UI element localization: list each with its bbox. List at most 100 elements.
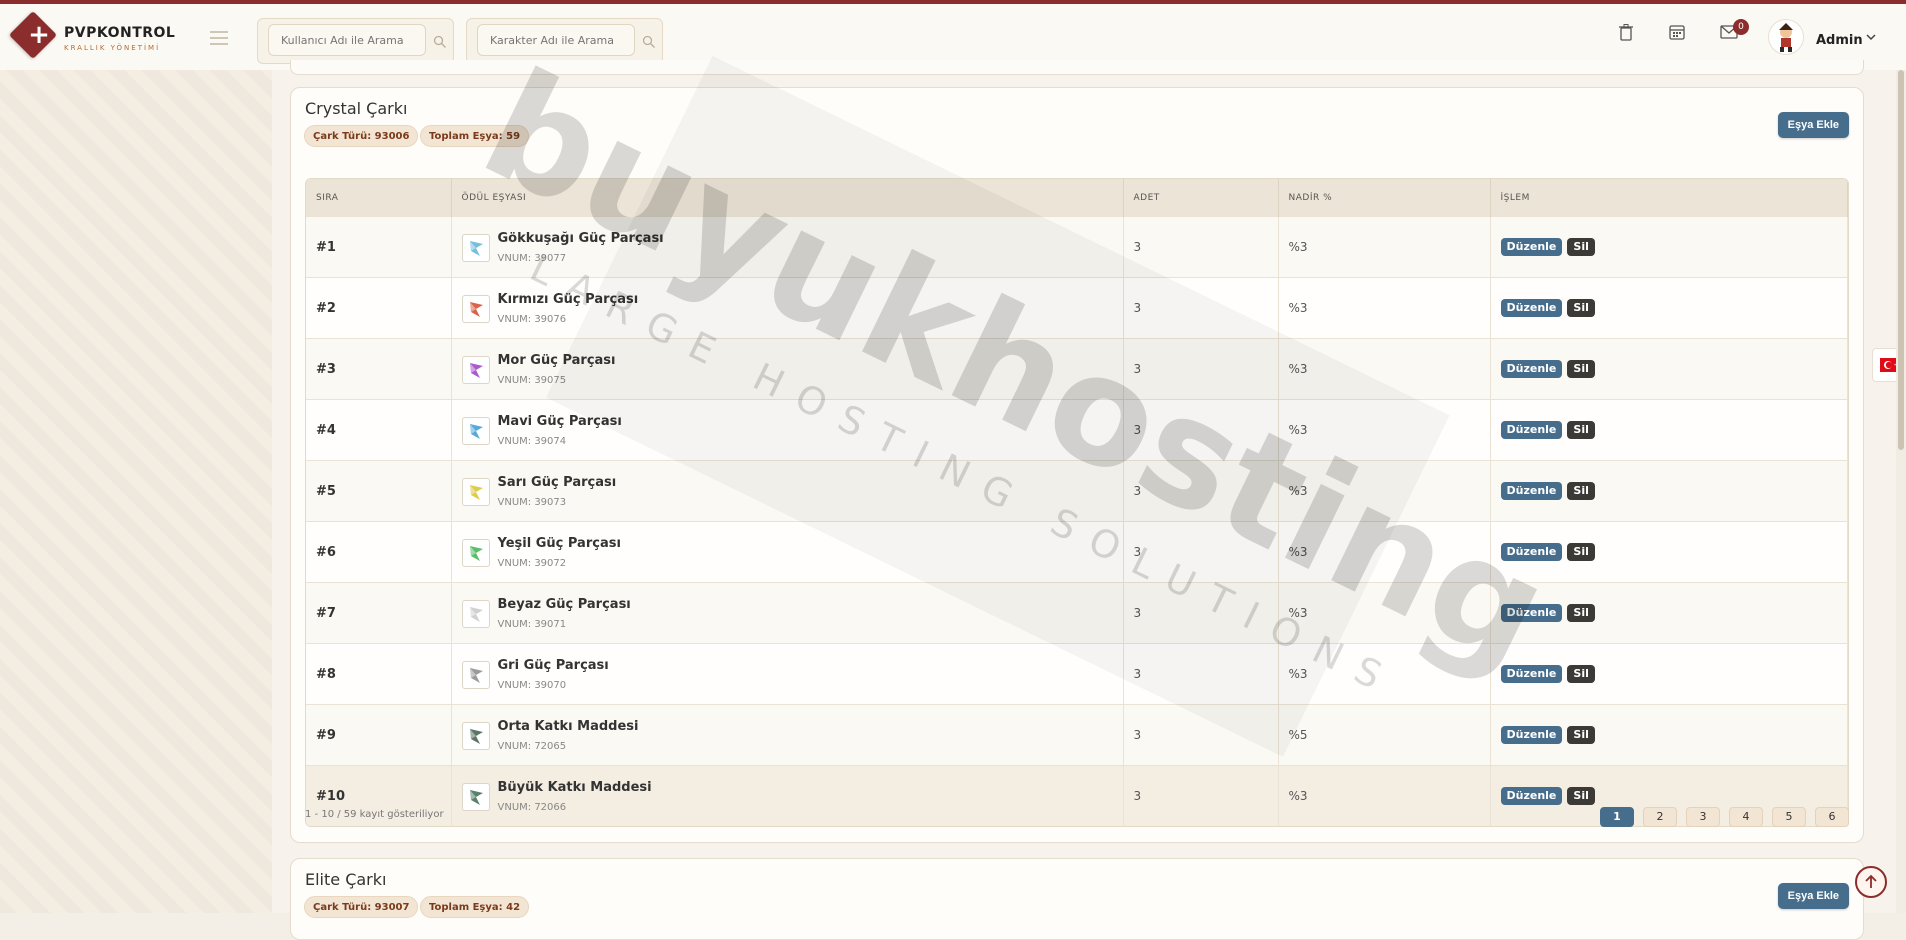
page-button-3[interactable]: 3 bbox=[1686, 807, 1720, 827]
brand-title: PVPKONTROL bbox=[64, 25, 176, 41]
edit-button[interactable]: Düzenle bbox=[1500, 421, 1563, 439]
row-rank: #2 bbox=[306, 277, 452, 339]
item-shard-icon bbox=[461, 356, 490, 384]
row-qty: 3 bbox=[1123, 216, 1279, 278]
edit-button[interactable]: Düzenle bbox=[1500, 238, 1563, 256]
row-rare: %3 bbox=[1278, 582, 1491, 644]
col-header-qty[interactable]: ADET bbox=[1123, 179, 1279, 217]
row-rare: %5 bbox=[1278, 704, 1491, 766]
item-shard-icon bbox=[461, 295, 490, 323]
row-item: Beyaz Güç Parçası VNUM: 39071 bbox=[451, 582, 1124, 644]
table-row: #1 Gökkuşağı Güç Parçası VNUM: 39077 3 %3 Düz… bbox=[306, 216, 1848, 278]
col-header-rare[interactable]: NADİR % bbox=[1278, 179, 1491, 217]
row-actions: Düzenle Sil bbox=[1490, 216, 1848, 278]
search-icon[interactable] bbox=[642, 35, 656, 49]
col-header-rank[interactable]: SIRA bbox=[306, 179, 452, 217]
search-icon[interactable] bbox=[433, 35, 447, 49]
delete-button[interactable]: Sil bbox=[1567, 604, 1595, 622]
row-actions: Düzenle Sil bbox=[1490, 277, 1848, 339]
table-row: #6 Yeşil Güç Parçası VNUM: 39072 3 %3 Düzenle… bbox=[306, 521, 1848, 583]
row-item: Sarı Güç Parçası VNUM: 39073 bbox=[451, 460, 1124, 522]
row-item: Büyük Katkı Maddesi VNUM: 72066 bbox=[451, 765, 1124, 826]
calendar-icon[interactable] bbox=[1669, 24, 1685, 40]
wheel-type-pill: Çark Türü: 93007 bbox=[304, 896, 419, 918]
row-rare: %3 bbox=[1278, 765, 1491, 826]
row-item: Gri Güç Parçası VNUM: 39070 bbox=[451, 643, 1124, 705]
delete-button[interactable]: Sil bbox=[1567, 299, 1595, 317]
item-name: Mavi Güç Parçası bbox=[497, 414, 622, 429]
item-shard-icon bbox=[461, 783, 490, 811]
scroll-to-top-button[interactable] bbox=[1855, 866, 1887, 898]
avatar[interactable] bbox=[1768, 19, 1804, 55]
add-item-button[interactable]: Eşya Ekle bbox=[1777, 883, 1849, 909]
edit-button[interactable]: Düzenle bbox=[1500, 604, 1563, 622]
delete-button[interactable]: Sil bbox=[1567, 543, 1595, 561]
delete-button[interactable]: Sil bbox=[1567, 726, 1595, 744]
edit-button[interactable]: Düzenle bbox=[1500, 482, 1563, 500]
edit-button[interactable]: Düzenle bbox=[1500, 299, 1563, 317]
table-row: #3 Mor Güç Parçası VNUM: 39075 3 %3 Düzenle Si… bbox=[306, 338, 1848, 400]
row-rare: %3 bbox=[1278, 399, 1491, 461]
delete-button[interactable]: Sil bbox=[1567, 238, 1595, 256]
row-qty: 3 bbox=[1123, 643, 1279, 705]
item-vnum: VNUM: 72065 bbox=[497, 741, 567, 752]
page-button-6[interactable]: 6 bbox=[1815, 807, 1849, 827]
delete-button[interactable]: Sil bbox=[1567, 482, 1595, 500]
delete-button[interactable]: Sil bbox=[1567, 665, 1595, 683]
character-search-box bbox=[466, 18, 663, 64]
row-actions: Düzenle Sil bbox=[1490, 643, 1848, 705]
user-search-input[interactable] bbox=[268, 24, 426, 56]
page-button-5[interactable]: 5 bbox=[1772, 807, 1806, 827]
row-rare: %3 bbox=[1278, 643, 1491, 705]
edit-button[interactable]: Düzenle bbox=[1500, 543, 1563, 561]
trash-icon[interactable] bbox=[1619, 24, 1633, 41]
item-name: Yeşil Güç Parçası bbox=[497, 536, 621, 551]
table-header-row: SIRA ÖDÜL EŞYASI ADET NADİR % İŞLEM bbox=[306, 179, 1848, 217]
scrollbar-thumb[interactable] bbox=[1898, 70, 1904, 450]
table-row: #8 Gri Güç Parçası VNUM: 39070 3 %3 Düzenle Si… bbox=[306, 643, 1848, 705]
main-content: Crystal Çarkı Çark Türü: 93006 Toplam Eş… bbox=[272, 60, 1906, 940]
item-count-pill: Toplam Eşya: 42 bbox=[420, 896, 530, 918]
col-header-item[interactable]: ÖDÜL EŞYASI bbox=[451, 179, 1124, 217]
add-item-button[interactable]: Eşya Ekle bbox=[1777, 112, 1849, 138]
scrollbar[interactable] bbox=[1896, 70, 1906, 913]
character-search-input[interactable] bbox=[477, 24, 635, 56]
delete-button[interactable]: Sil bbox=[1567, 421, 1595, 439]
row-rank: #7 bbox=[306, 582, 452, 644]
brand-subtitle: KRALLIK YÖNETİMİ bbox=[64, 44, 161, 52]
plus-icon: + bbox=[28, 20, 50, 50]
user-search-box bbox=[257, 18, 454, 64]
hamburger-menu-icon[interactable] bbox=[210, 31, 228, 49]
delete-button[interactable]: Sil bbox=[1567, 360, 1595, 378]
row-qty: 3 bbox=[1123, 460, 1279, 522]
row-qty: 3 bbox=[1123, 399, 1279, 461]
item-vnum: VNUM: 39071 bbox=[497, 619, 567, 630]
row-qty: 3 bbox=[1123, 582, 1279, 644]
edit-button[interactable]: Düzenle bbox=[1500, 665, 1563, 683]
chevron-down-icon[interactable] bbox=[1866, 34, 1876, 41]
row-qty: 3 bbox=[1123, 521, 1279, 583]
row-actions: Düzenle Sil bbox=[1490, 704, 1848, 766]
row-actions: Düzenle Sil bbox=[1490, 582, 1848, 644]
table-row: #2 Kırmızı Güç Parçası VNUM: 39076 3 %3 Düzen… bbox=[306, 277, 1848, 339]
previous-card bbox=[290, 60, 1864, 75]
card-title: Elite Çarkı bbox=[305, 870, 387, 889]
page-button-2[interactable]: 2 bbox=[1643, 807, 1677, 827]
delete-button[interactable]: Sil bbox=[1567, 787, 1595, 805]
item-count-pill: Toplam Eşya: 59 bbox=[420, 125, 530, 147]
page-button-1[interactable]: 1 bbox=[1600, 807, 1634, 827]
item-name: Beyaz Güç Parçası bbox=[497, 597, 631, 612]
page-button-4[interactable]: 4 bbox=[1729, 807, 1763, 827]
edit-button[interactable]: Düzenle bbox=[1500, 787, 1563, 805]
user-name[interactable]: Admin bbox=[1816, 33, 1863, 48]
row-actions: Düzenle Sil bbox=[1490, 521, 1848, 583]
row-item: Gökkuşağı Güç Parçası VNUM: 39077 bbox=[451, 216, 1124, 278]
edit-button[interactable]: Düzenle bbox=[1500, 726, 1563, 744]
item-shard-icon bbox=[461, 661, 490, 689]
edit-button[interactable]: Düzenle bbox=[1500, 360, 1563, 378]
item-name: Gökkuşağı Güç Parçası bbox=[497, 231, 664, 246]
col-header-action: İŞLEM bbox=[1490, 179, 1848, 217]
row-rare: %3 bbox=[1278, 460, 1491, 522]
item-name: Kırmızı Güç Parçası bbox=[497, 292, 639, 307]
wheel-type-pill: Çark Türü: 93006 bbox=[304, 125, 419, 147]
